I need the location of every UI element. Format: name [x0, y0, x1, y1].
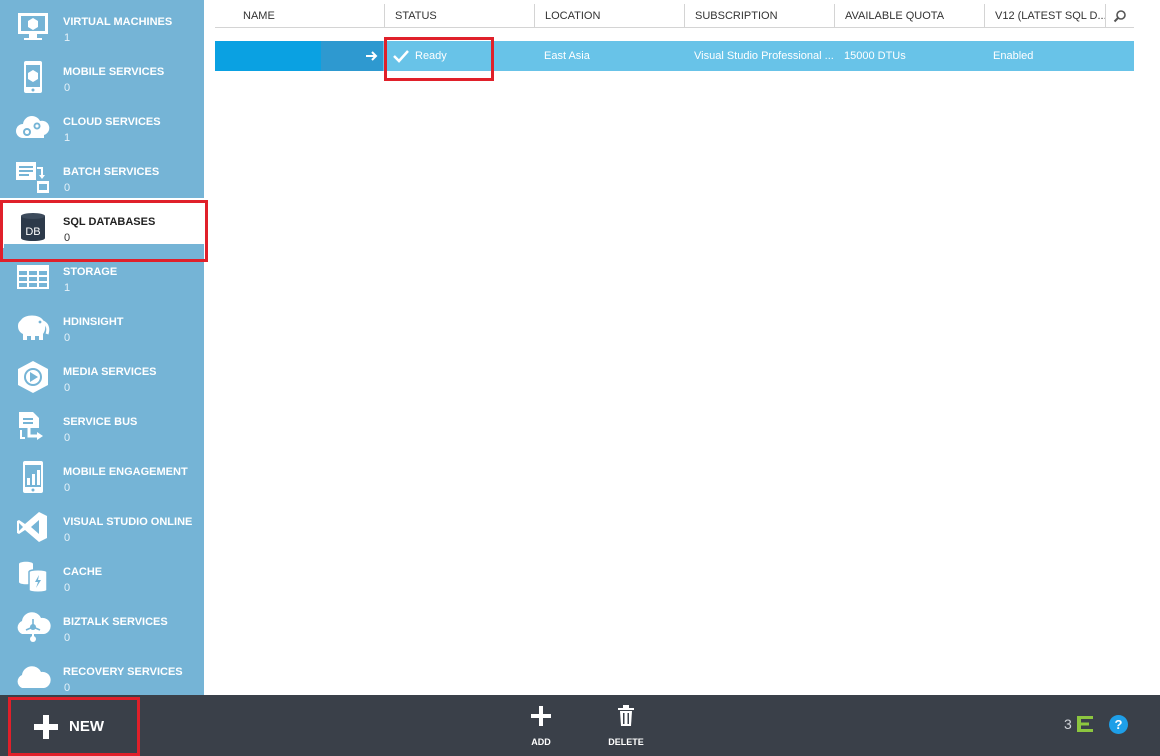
play-hex-icon: [14, 360, 52, 394]
sidebar-item-label: MEDIA SERVICES: [63, 366, 157, 378]
sidebar-item-label: MOBILE SERVICES: [63, 66, 165, 78]
sidebar-item-label: BIZTALK SERVICES: [63, 616, 168, 628]
recovery-cloud-icon: [14, 660, 52, 694]
notification-count: 3: [1064, 716, 1072, 732]
plus-icon: [531, 706, 551, 726]
table-grid-icon: [14, 260, 52, 294]
plus-icon: [34, 714, 58, 739]
column-header-name[interactable]: NAME: [215, 4, 384, 28]
column-header-subscription[interactable]: SUBSCRIPTION: [684, 4, 834, 28]
sidebar-item-count: 0: [64, 632, 71, 644]
database-icon: DB: [14, 210, 52, 244]
sidebar-item-batch-services[interactable]: BATCH SERVICES 0: [0, 148, 204, 198]
help-button[interactable]: ?: [1109, 715, 1128, 734]
batch-icon: [14, 160, 52, 194]
azure-portal: VIRTUAL MACHINES 1 MOBILE SERVICES 0 CLO…: [0, 0, 1160, 756]
column-header-quota[interactable]: AVAILABLE QUOTA: [834, 4, 984, 28]
grid-search-button[interactable]: [1105, 4, 1134, 28]
sidebar-item-cache[interactable]: CACHE 0: [0, 548, 204, 598]
mobile-icon: [14, 60, 52, 94]
service-bus-icon: [14, 410, 52, 444]
sidebar: VIRTUAL MACHINES 1 MOBILE SERVICES 0 CLO…: [0, 0, 204, 695]
elephant-icon: [14, 310, 52, 344]
sidebar-item-count: 0: [64, 182, 71, 194]
sidebar-item-count: 0: [64, 682, 71, 694]
row-status: Ready: [415, 50, 447, 62]
sidebar-item-biztalk-services[interactable]: BIZTALK SERVICES 0: [0, 598, 204, 648]
delete-button[interactable]: DELETE: [596, 703, 656, 747]
column-header-location[interactable]: LOCATION: [534, 4, 684, 28]
new-button-label: NEW: [69, 718, 104, 735]
sidebar-item-storage[interactable]: STORAGE 1: [0, 248, 204, 298]
cache-icon: [14, 560, 52, 594]
table-row[interactable]: Ready East Asia Visual Studio Profession…: [215, 41, 1134, 71]
sidebar-item-count: 0: [64, 582, 71, 594]
sidebar-item-label: VIRTUAL MACHINES: [63, 16, 173, 28]
sidebar-item-count: 0: [64, 382, 71, 394]
sidebar-item-label: RECOVERY SERVICES: [63, 666, 183, 678]
biztalk-icon: [14, 610, 52, 644]
column-header-status[interactable]: STATUS: [384, 4, 534, 28]
sidebar-item-mobile-engagement[interactable]: MOBILE ENGAGEMENT 0: [0, 448, 204, 498]
row-open-button[interactable]: [321, 41, 383, 71]
row-name-cell[interactable]: [215, 41, 321, 71]
cloud-gear-icon: [14, 110, 52, 144]
sidebar-item-count: 1: [64, 32, 71, 44]
sidebar-item-count: 1: [64, 132, 71, 144]
monitor-icon: [14, 10, 52, 44]
grid-header: NAME STATUS LOCATION SUBSCRIPTION AVAILA…: [215, 4, 1134, 28]
arrow-right-icon: [366, 51, 378, 61]
sidebar-item-count: 0: [64, 432, 71, 444]
sidebar-item-label: MOBILE ENGAGEMENT: [63, 466, 188, 478]
notifications-button[interactable]: 3: [1064, 715, 1094, 733]
sidebar-item-count: 0: [64, 82, 71, 94]
visual-studio-icon: [14, 510, 52, 544]
sidebar-item-label: VISUAL STUDIO ONLINE: [63, 516, 193, 528]
search-icon: [1113, 10, 1126, 23]
delete-button-label: DELETE: [608, 737, 644, 747]
checkmark-icon: [393, 50, 409, 63]
sidebar-item-count: 1: [64, 282, 71, 294]
sidebar-item-sql-databases[interactable]: DB SQL DATABASES 0: [0, 198, 204, 248]
sidebar-item-mobile-services[interactable]: MOBILE SERVICES 0: [0, 48, 204, 98]
row-quota: 15000 DTUs: [844, 50, 906, 62]
row-location: East Asia: [544, 50, 590, 62]
command-bar: NEW ADD DELETE 3 ?: [0, 695, 1160, 756]
sidebar-item-label: STORAGE: [63, 266, 118, 278]
sidebar-item-virtual-machines[interactable]: VIRTUAL MACHINES 1: [0, 0, 204, 48]
sidebar-item-label: HDINSIGHT: [63, 316, 124, 328]
sidebar-item-label: CACHE: [63, 566, 103, 578]
sidebar-item-cloud-services[interactable]: CLOUD SERVICES 1: [0, 98, 204, 148]
sidebar-item-media-services[interactable]: MEDIA SERVICES 0: [0, 348, 204, 398]
sidebar-item-recovery-services[interactable]: RECOVERY SERVICES 0: [0, 648, 204, 695]
mobile-chart-icon: [14, 460, 52, 494]
add-button-label: ADD: [531, 737, 551, 747]
trash-icon: [618, 705, 634, 726]
sidebar-item-service-bus[interactable]: SERVICE BUS 0: [0, 398, 204, 448]
sidebar-item-hdinsight[interactable]: HDINSIGHT 0: [0, 298, 204, 348]
column-header-v12[interactable]: V12 (LATEST SQL D...: [984, 4, 1105, 28]
row-subscription: Visual Studio Professional ...: [694, 50, 834, 62]
sidebar-item-label: CLOUD SERVICES: [63, 116, 161, 128]
notifications-icon: [1076, 716, 1093, 732]
add-button[interactable]: ADD: [511, 703, 571, 747]
sidebar-item-count: 0: [64, 482, 71, 494]
new-button[interactable]: NEW: [8, 697, 140, 756]
row-v12: Enabled: [993, 50, 1034, 62]
database-icon-text: DB: [25, 226, 40, 238]
sidebar-item-label: SERVICE BUS: [63, 416, 138, 428]
sidebar-item-label: SQL DATABASES: [63, 216, 156, 228]
sidebar-item-count: 0: [64, 232, 71, 244]
sidebar-item-count: 0: [64, 532, 71, 544]
row-status-cell: Ready: [393, 41, 533, 71]
sidebar-item-label: BATCH SERVICES: [63, 166, 160, 178]
sidebar-list: VIRTUAL MACHINES 1 MOBILE SERVICES 0 CLO…: [0, 0, 204, 695]
sidebar-item-count: 0: [64, 332, 71, 344]
sidebar-item-visual-studio-online[interactable]: VISUAL STUDIO ONLINE 0: [0, 498, 204, 548]
